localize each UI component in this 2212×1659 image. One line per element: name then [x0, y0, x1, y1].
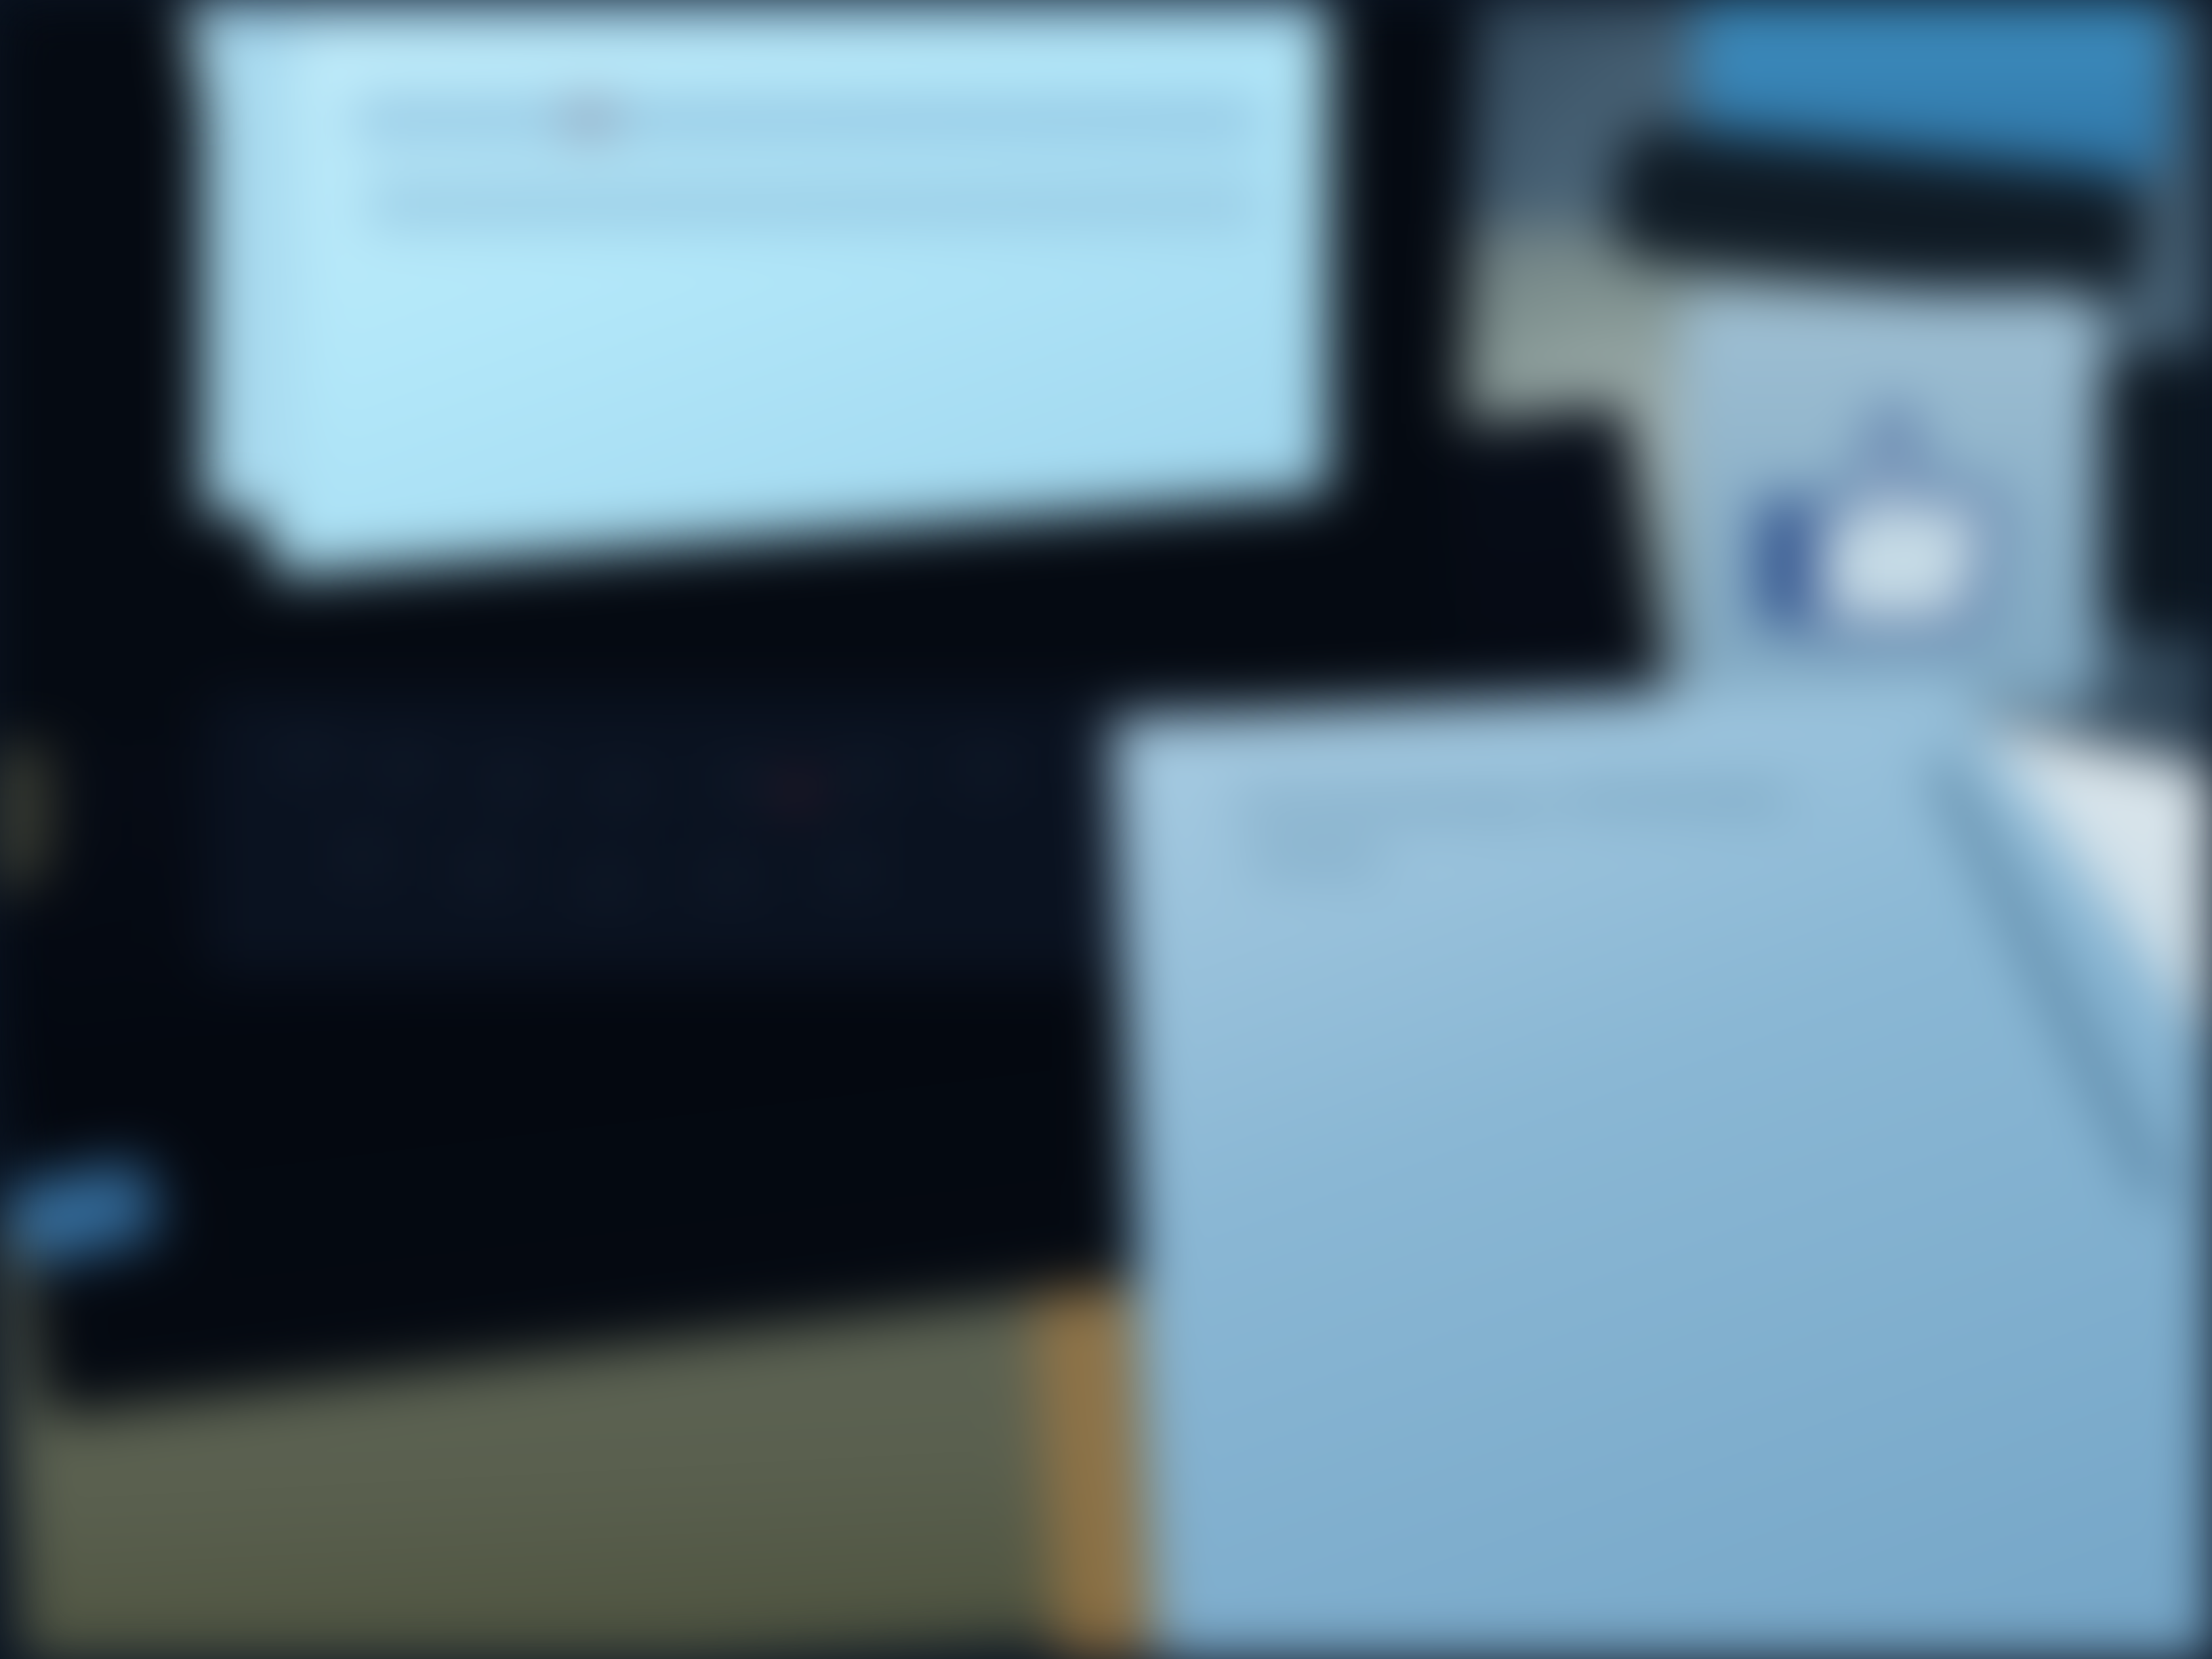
keyboard-key — [705, 861, 752, 892]
background-shadow — [2087, 352, 2212, 637]
trackpoint — [786, 779, 809, 802]
screen-header-bar — [203, 0, 1315, 24]
screen-content-row — [352, 102, 1261, 137]
thumbs-up-icon — [1757, 409, 2000, 638]
keyboard-key — [840, 759, 888, 790]
handwriting-line — [1247, 854, 1382, 863]
keyboard-key — [596, 773, 644, 804]
screen-content-row — [366, 183, 1261, 224]
screen-sidebar — [203, 0, 298, 515]
keyboard-key — [718, 766, 766, 797]
keyboard-key — [339, 840, 386, 872]
keyboard-key — [461, 854, 508, 885]
keyboard — [203, 691, 1220, 976]
keyboard-key — [962, 752, 1010, 783]
handwriting-line — [1233, 800, 1545, 809]
keyboard-key — [380, 752, 427, 783]
screen-accent-mark — [569, 107, 610, 130]
notebook-page — [1111, 678, 2212, 1659]
keyboard-key — [285, 739, 332, 770]
keyboard-key — [488, 766, 535, 797]
handwriting-line — [1559, 793, 1789, 802]
keyboard-key — [583, 867, 630, 899]
laptop-screen — [183, 0, 1328, 576]
keyboard-key — [827, 854, 874, 885]
photo-scene — [0, 0, 2212, 1659]
